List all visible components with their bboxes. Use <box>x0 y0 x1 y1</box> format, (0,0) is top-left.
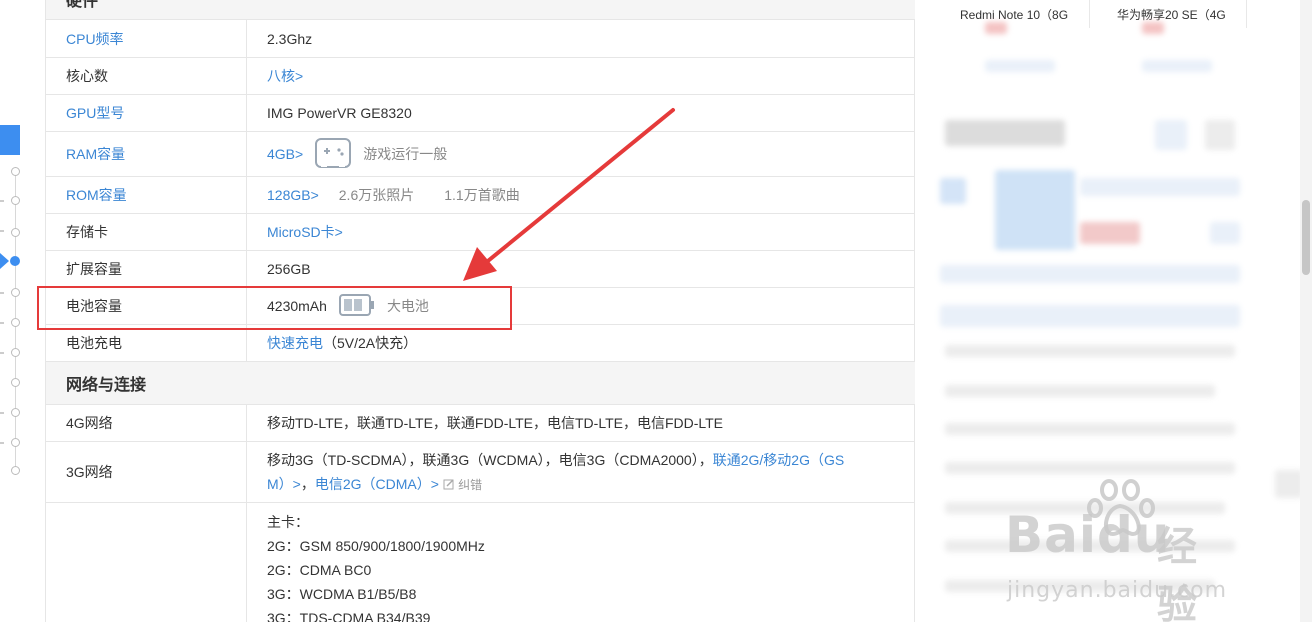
spec-value: 移动TD-LTE，联通TD-LTE，联通FDD-LTE，电信TD-LTE，电信F… <box>267 415 724 431</box>
section-header-hardware: 硬件 <box>46 0 915 20</box>
band-item: 3G：WCDMA B1/B5/B8 <box>267 586 417 602</box>
spec-row-charging: 电池充电 快速充电 （5V/2A快充） <box>46 325 915 362</box>
fix-error-label: 纠错 <box>458 478 483 492</box>
spec-note: 游戏运行一般 <box>363 146 448 162</box>
spec-value-link[interactable]: 4GB> <box>267 146 303 162</box>
rail-node[interactable] <box>11 228 20 237</box>
spec-value-link[interactable]: MicroSD卡> <box>267 214 343 250</box>
compare-tab-label: 华为畅享20 SE（4G <box>1117 7 1226 22</box>
edit-icon <box>443 479 454 490</box>
spec-key: 核心数 <box>66 68 108 84</box>
compare-tab[interactable]: Redmi Note 10（8G <box>945 0 1090 28</box>
rail-tick <box>0 230 4 232</box>
highlight-box <box>37 286 512 330</box>
blurred-button <box>1155 120 1187 150</box>
blurred-row <box>940 265 1240 283</box>
baidu-watermark: Baidu 经验 jingyan.baidu.com <box>1005 478 1235 622</box>
rail-node[interactable] <box>11 288 20 297</box>
rail-node[interactable] <box>11 196 20 205</box>
spec-value-link[interactable]: 八核> <box>267 58 303 94</box>
spec-key-link[interactable]: CPU频率 <box>66 20 124 57</box>
spec-value: 256GB <box>267 261 311 277</box>
section-header-network: 网络与连接 <box>46 362 915 405</box>
section-title: 硬件 <box>66 0 99 10</box>
spec-value-link[interactable]: 联通2G/移动2G（GS <box>713 452 844 468</box>
rail-node[interactable] <box>11 348 20 357</box>
rail-tick <box>0 292 4 294</box>
bands-title: 主卡： <box>267 514 309 530</box>
compare-tab[interactable]: 华为畅享20 SE（4G <box>1102 0 1247 28</box>
blurred-badge <box>985 22 1007 34</box>
rail-tick <box>0 442 4 444</box>
blurred-list-row <box>945 345 1235 357</box>
spec-row-bands: 主卡： 2G：GSM 850/900/1800/1900MHz 2G：CDMA … <box>46 503 915 622</box>
spec-value: 2.3Ghz <box>267 30 313 47</box>
section-title: 网络与连接 <box>66 377 147 394</box>
blurred-image <box>995 170 1075 250</box>
compare-tab-label: Redmi Note 10（8G <box>960 7 1069 22</box>
spec-value: （5V/2A快充） <box>323 335 418 351</box>
spec-value-link[interactable]: 快速充电 <box>267 333 323 353</box>
spec-key: 4G网络 <box>66 415 113 431</box>
rail-node-active[interactable] <box>10 256 20 266</box>
rail-node[interactable] <box>11 408 20 417</box>
spec-key: 电池充电 <box>66 335 122 351</box>
blurred-list-row <box>945 423 1235 435</box>
rail-node[interactable] <box>11 378 20 387</box>
blurred-list-row <box>945 385 1215 397</box>
spec-row-4g: 4G网络 移动TD-LTE，联通TD-LTE，联通FDD-LTE，电信TD-LT… <box>46 405 915 442</box>
scrollbar-thumb[interactable] <box>1302 200 1310 275</box>
rail-active-marker <box>0 125 20 155</box>
rail-node[interactable] <box>11 167 20 176</box>
rail-pointer-icon <box>0 253 9 269</box>
blurred-button <box>1275 470 1303 498</box>
blurred-price <box>1080 222 1140 244</box>
band-item: 2G：GSM 850/900/1800/1900MHz <box>267 538 485 554</box>
annotation-arrow-icon <box>463 108 675 281</box>
blurred-list-row <box>945 462 1235 474</box>
spec-value-link[interactable]: 电信2G（CDMA）> <box>315 476 439 492</box>
spec-row-cpu: CPU频率 2.3Ghz <box>46 20 915 58</box>
rail-node[interactable] <box>11 438 20 447</box>
spec-note: 2.6万张照片 <box>338 187 415 203</box>
spec-value: 移动3G（TD-SCDMA），联通3G（WCDMA），电信3G（CDMA2000… <box>267 452 713 468</box>
blurred-button <box>1205 120 1235 150</box>
spec-value-link[interactable]: M）> <box>267 476 301 492</box>
blurred-badge <box>1142 22 1164 34</box>
watermark-cn: 经验 <box>1157 524 1197 622</box>
spec-key: 扩展容量 <box>66 261 122 277</box>
rail-node[interactable] <box>11 318 20 327</box>
spec-row-cores: 核心数 八核> <box>46 58 915 95</box>
rail-tick <box>0 352 4 354</box>
blurred-heading <box>945 120 1065 146</box>
rail-tick <box>0 322 4 324</box>
spec-row-3g: 3G网络 移动3G（TD-SCDMA），联通3G（WCDMA），电信3G（CDM… <box>46 442 915 503</box>
watermark-url: jingyan.baidu.com <box>1007 578 1228 603</box>
band-item: 2G：CDMA BC0 <box>267 562 372 578</box>
blurred-content <box>1142 60 1212 72</box>
blurred-icon <box>940 178 966 204</box>
band-item: 3G：TDS-CDMA B34/B39 <box>267 610 431 622</box>
rail-tick <box>0 200 4 202</box>
fix-error-button[interactable]: 纠错 <box>443 478 482 492</box>
blurred-content <box>1080 178 1240 196</box>
spec-key: 存储卡 <box>66 224 108 240</box>
blurred-content <box>985 60 1055 72</box>
blurred-content <box>1210 222 1240 244</box>
spec-value: IMG PowerVR GE8320 <box>267 105 412 121</box>
spec-key-link[interactable]: GPU型号 <box>66 95 124 131</box>
spec-key-link[interactable]: RAM容量 <box>66 132 125 176</box>
spec-key-link[interactable]: ROM容量 <box>66 177 127 213</box>
gamepad-icon <box>315 137 352 171</box>
spec-key: 3G网络 <box>66 464 113 480</box>
spec-value-link[interactable]: 128GB> <box>267 187 319 203</box>
watermark-brand: Baidu <box>1005 506 1171 564</box>
rail-tick <box>0 412 4 414</box>
separator-text: ， <box>300 476 315 492</box>
blurred-row <box>940 305 1240 327</box>
page-scrollbar[interactable] <box>1300 0 1312 622</box>
rail-node[interactable] <box>11 466 20 475</box>
